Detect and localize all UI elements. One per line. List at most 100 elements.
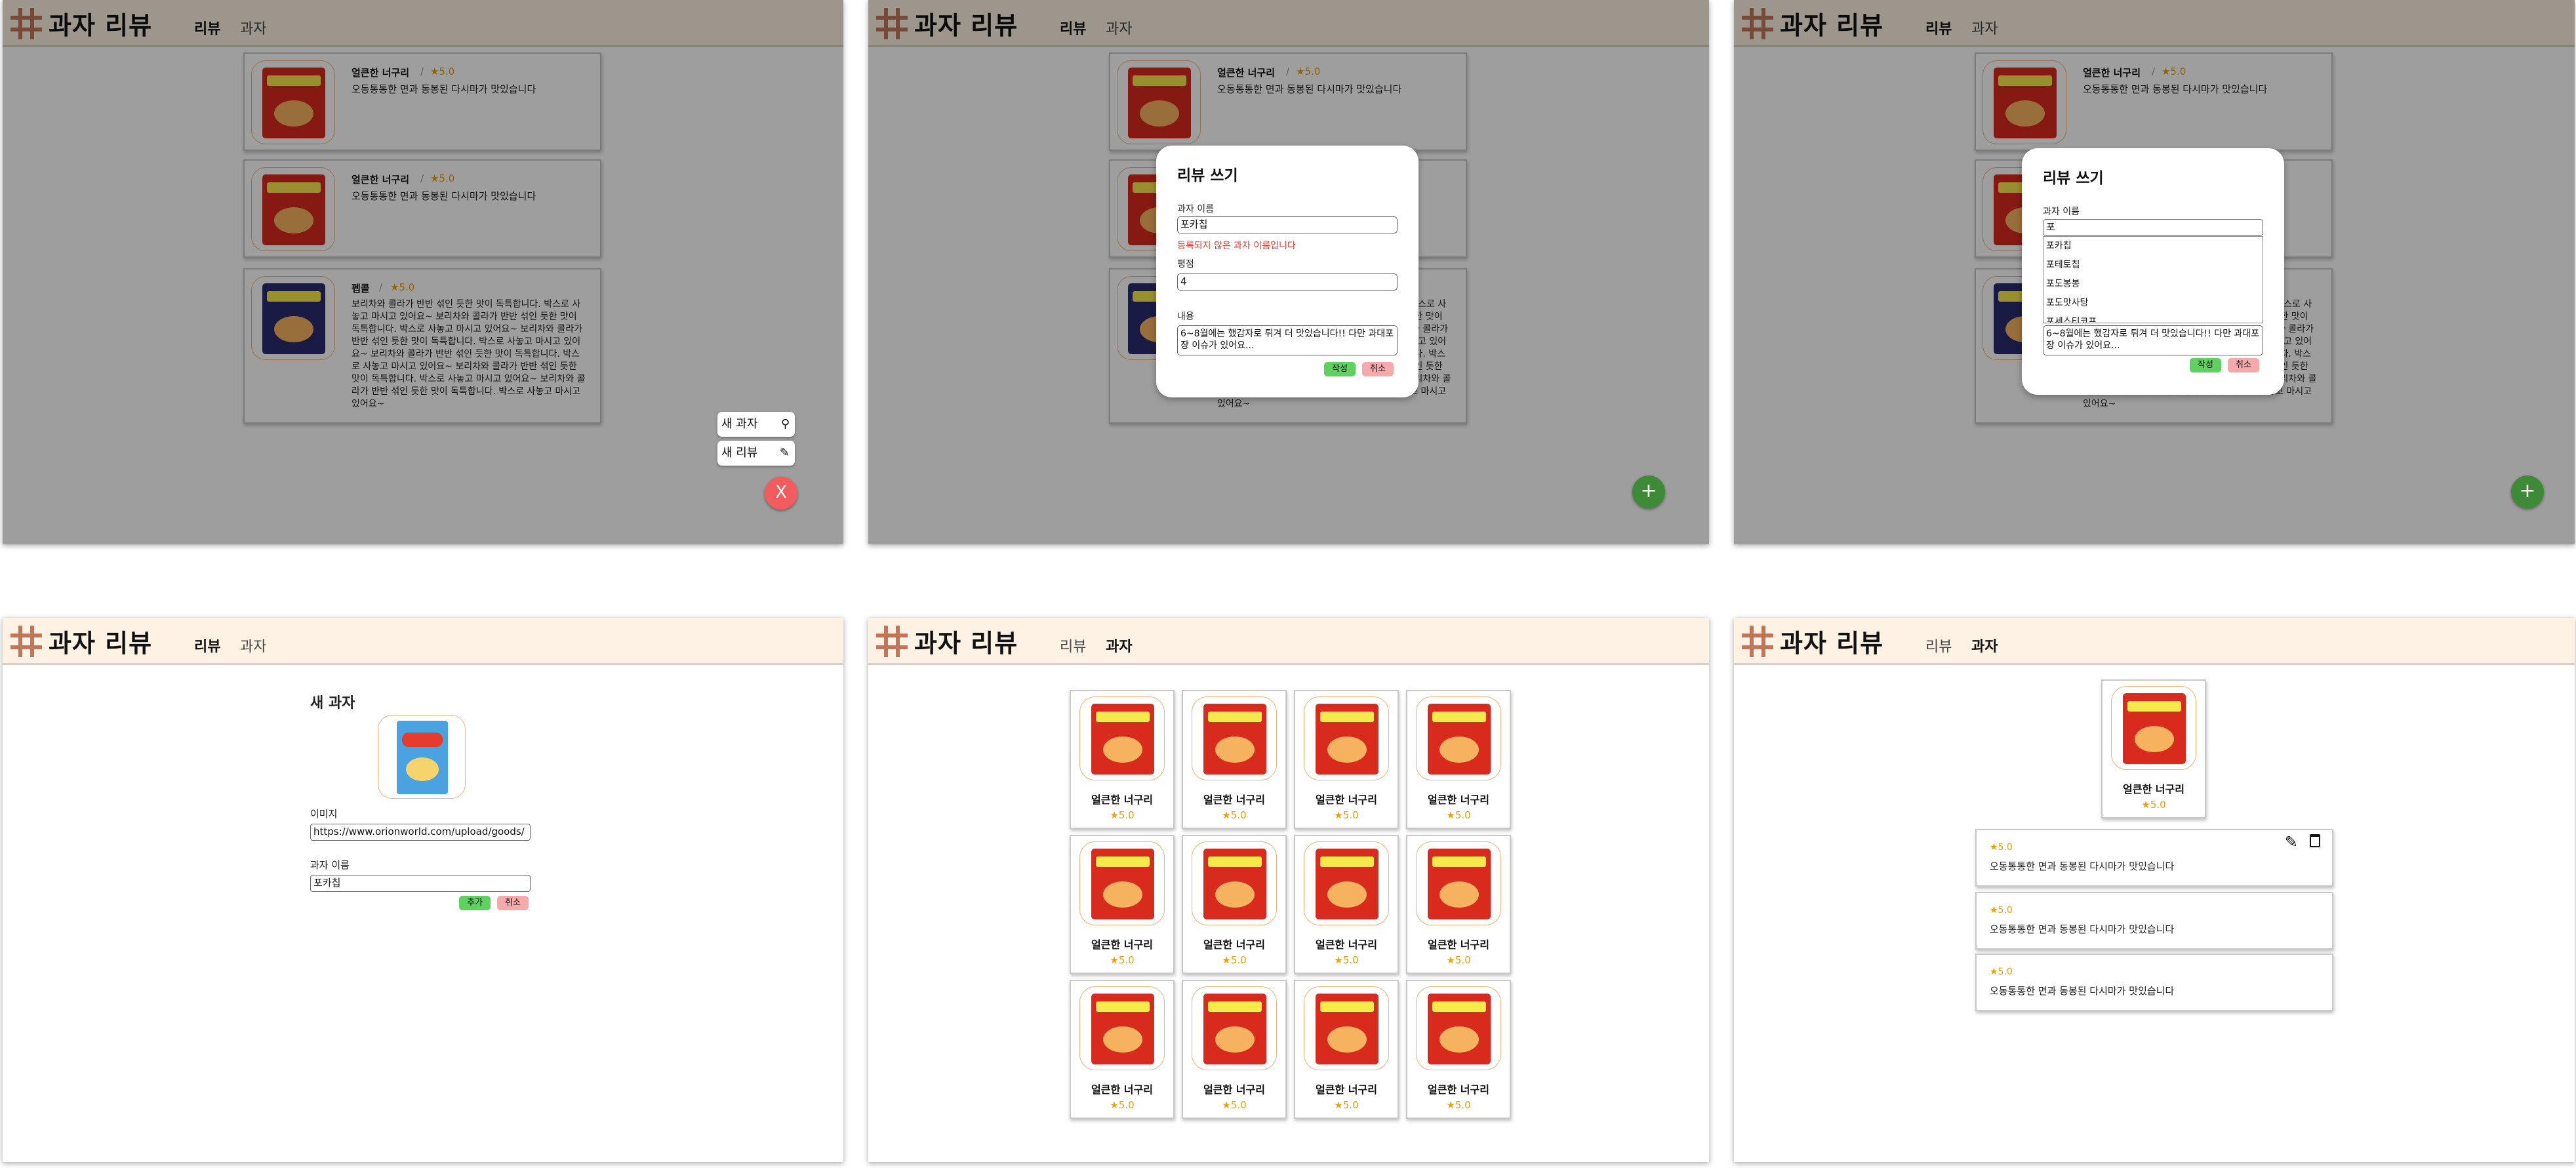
snack-rating: ★5.0 — [1222, 809, 1247, 821]
snack-card[interactable]: 얼큰한 너구리 ★5.0 — [1406, 980, 1511, 1119]
autocomplete-option[interactable]: 포세스티코프 — [2043, 313, 2263, 323]
review-item: ★5.0 오동통통한 면과 동봉된 다시마가 맛있습니다 — [1975, 954, 2333, 1011]
cookie-icon: ⚲ — [780, 417, 790, 431]
logo-icon — [10, 626, 42, 657]
rating-label: 평점 — [1177, 259, 1194, 270]
snack-name-input[interactable]: 포카칩 — [310, 875, 531, 892]
pencil-icon: ✎ — [779, 446, 790, 460]
review-item: ★5.0 오동통통한 면과 동봉된 다시마가 맛있습니다 ✎ — [1975, 829, 2333, 887]
snack-card[interactable]: 얼큰한 너구리 ★5.0 — [1294, 835, 1399, 974]
autocomplete-dropdown: 포카칩 포테토칩 포도봉봉 포도맛사탕 포세스티코프 — [2043, 236, 2263, 323]
review-text: 오동통통한 면과 동봉된 다시마가 맛있습니다 — [1990, 860, 2175, 872]
snack-name: 얼큰한 너구리 — [1316, 938, 1377, 951]
review-text: 오동통통한 면과 동봉된 다시마가 맛있습니다 — [1990, 923, 2175, 935]
add-fab-button[interactable]: + — [1632, 475, 1665, 508]
rating-input[interactable]: 4 — [1177, 273, 1398, 291]
snack-image — [1304, 841, 1389, 925]
snack-card[interactable]: 얼큰한 너구리 ★5.0 — [1406, 835, 1511, 974]
snack-rating: ★5.0 — [1446, 954, 1471, 966]
nav-review[interactable]: 리뷰 — [1925, 635, 1952, 656]
app-title: 과자 리뷰 — [1780, 629, 1884, 658]
content-textarea[interactable]: 6~8월에는 했감자로 튀겨 더 맛있습니다!! 다만 과대포장 이슈가 있어요… — [1177, 325, 1398, 355]
new-snack-menu-item[interactable]: 새 과자 ⚲ — [717, 412, 795, 437]
nav-review[interactable]: 리뷰 — [194, 635, 220, 656]
snack-image — [2111, 686, 2196, 770]
snack-name: 얼큰한 너구리 — [1203, 938, 1265, 951]
snack-rating: ★5.0 — [1110, 1099, 1135, 1111]
header: 과자 리뷰 리뷰 과자 — [1734, 618, 2575, 665]
snack-name: 얼큰한 너구리 — [2123, 783, 2184, 795]
snack-name-label: 과자 이름 — [310, 859, 350, 871]
screen-review-modal-autocomplete: 과자 리뷰 리뷰 과자 얼큰한 너구리 / ★5.0 오동통통한 면과 동봉된 … — [1734, 0, 2575, 544]
content-label: 내용 — [1177, 312, 1194, 322]
snack-detail-card: 얼큰한 너구리 ★5.0 — [2101, 679, 2206, 818]
snack-card[interactable]: 얼큰한 너구리 ★5.0 — [1070, 980, 1175, 1119]
autocomplete-option[interactable]: 포테토칩 — [2043, 256, 2263, 275]
error-message: 등록되지 않은 과자 이름입니다 — [1177, 241, 1296, 251]
trash-icon[interactable] — [2310, 834, 2320, 847]
cancel-button[interactable]: 취소 — [1362, 362, 1394, 376]
snack-card[interactable]: 얼큰한 너구리 ★5.0 — [1182, 980, 1287, 1119]
image-url-input[interactable]: https://www.orionworld.com/upload/goods/ — [310, 824, 531, 841]
snack-image — [1416, 696, 1501, 780]
nav-review[interactable]: 리뷰 — [1060, 635, 1086, 656]
content-textarea[interactable]: 6~8월에는 했감자로 튀겨 더 맛있습니다!! 다만 과대포장 이슈가 있어요… — [2043, 325, 2263, 355]
snack-image — [1192, 696, 1277, 780]
form-title: 새 과자 — [310, 695, 355, 712]
add-fab-button[interactable]: + — [2511, 475, 2544, 508]
snack-image — [1304, 986, 1389, 1070]
snack-name-label: 과자 이름 — [1177, 204, 1214, 214]
snack-image — [1079, 841, 1165, 925]
snack-card[interactable]: 얼큰한 너구리 ★5.0 — [1182, 690, 1287, 829]
snack-rating: ★5.0 — [1110, 954, 1135, 966]
screen-snack-detail: 과자 리뷰 리뷰 과자 얼큰한 너구리 ★5.0 ★5.0 오동통통한 면과 동… — [1734, 618, 2575, 1162]
screen-snack-grid: 과자 리뷰 리뷰 과자 얼큰한 너구리 ★5.0 얼큰한 너구리 ★5.0 얼큰한 너구… — [868, 618, 1709, 1162]
new-review-menu-item[interactable]: 새 리뷰 ✎ — [717, 441, 795, 466]
modal-title: 리뷰 쓰기 — [1177, 167, 1238, 184]
autocomplete-option[interactable]: 포도봉봉 — [2043, 275, 2263, 294]
snack-image — [1304, 696, 1389, 780]
submit-button[interactable]: 작성 — [2190, 358, 2221, 373]
snack-rating: ★5.0 — [1222, 1099, 1247, 1111]
snack-rating: ★5.0 — [1110, 809, 1135, 821]
header: 과자 리뷰 리뷰 과자 — [3, 618, 843, 665]
snack-rating: ★5.0 — [1446, 1099, 1471, 1111]
snack-card[interactable]: 얼큰한 너구리 ★5.0 — [1406, 690, 1511, 829]
snack-name: 얼큰한 너구리 — [1428, 1083, 1489, 1096]
snack-card[interactable]: 얼큰한 너구리 ★5.0 — [1294, 980, 1399, 1119]
snack-card[interactable]: 얼큰한 너구리 ★5.0 — [1070, 690, 1175, 829]
add-button[interactable]: 추가 — [459, 896, 491, 910]
submit-button[interactable]: 작성 — [1324, 362, 1356, 376]
snack-name-input[interactable]: 포카칩 — [1177, 216, 1398, 233]
review-modal: 리뷰 쓰기 과자 이름 포 6~8월에는 했감자로 튀겨 더 맛있습니다!! 다… — [2022, 148, 2284, 395]
snack-name: 얼큰한 너구리 — [1091, 1083, 1153, 1096]
snack-name: 얼큰한 너구리 — [1203, 1083, 1265, 1096]
snack-card[interactable]: 얼큰한 너구리 ★5.0 — [1070, 835, 1175, 974]
logo-icon — [876, 626, 908, 657]
review-item: ★5.0 오동통통한 면과 동봉된 다시마가 맛있습니다 — [1975, 892, 2333, 950]
screen-new-snack: 과자 리뷰 리뷰 과자 새 과자 이미지 https://www.orionwo… — [3, 618, 843, 1162]
snack-name: 얼큰한 너구리 — [1203, 794, 1265, 806]
nav-snack[interactable]: 과자 — [1971, 635, 1998, 656]
snack-image — [1192, 986, 1277, 1070]
snack-image — [1079, 986, 1165, 1070]
snack-name: 얼큰한 너구리 — [1316, 1083, 1377, 1096]
nav-snack[interactable]: 과자 — [1106, 635, 1132, 656]
snack-name: 얼큰한 너구리 — [1428, 794, 1489, 806]
cancel-button[interactable]: 취소 — [497, 896, 529, 910]
snack-card[interactable]: 얼큰한 너구리 ★5.0 — [1294, 690, 1399, 829]
snack-rating: ★5.0 — [1446, 809, 1471, 821]
pencil-icon[interactable]: ✎ — [2285, 833, 2298, 851]
autocomplete-option[interactable]: 포카칩 — [2043, 237, 2263, 256]
close-fab-button[interactable]: X — [765, 477, 797, 510]
header: 과자 리뷰 리뷰 과자 — [868, 618, 1709, 665]
snack-rating: ★5.0 — [1334, 954, 1359, 966]
snack-image — [1416, 841, 1501, 925]
nav-snack[interactable]: 과자 — [240, 635, 266, 656]
modal-title: 리뷰 쓰기 — [2043, 170, 2104, 187]
review-rating: ★5.0 — [1990, 842, 2013, 853]
cancel-button[interactable]: 취소 — [2228, 358, 2259, 373]
snack-card[interactable]: 얼큰한 너구리 ★5.0 — [1182, 835, 1287, 974]
snack-name-input[interactable]: 포 — [2043, 219, 2263, 236]
autocomplete-option[interactable]: 포도맛사탕 — [2043, 294, 2263, 313]
